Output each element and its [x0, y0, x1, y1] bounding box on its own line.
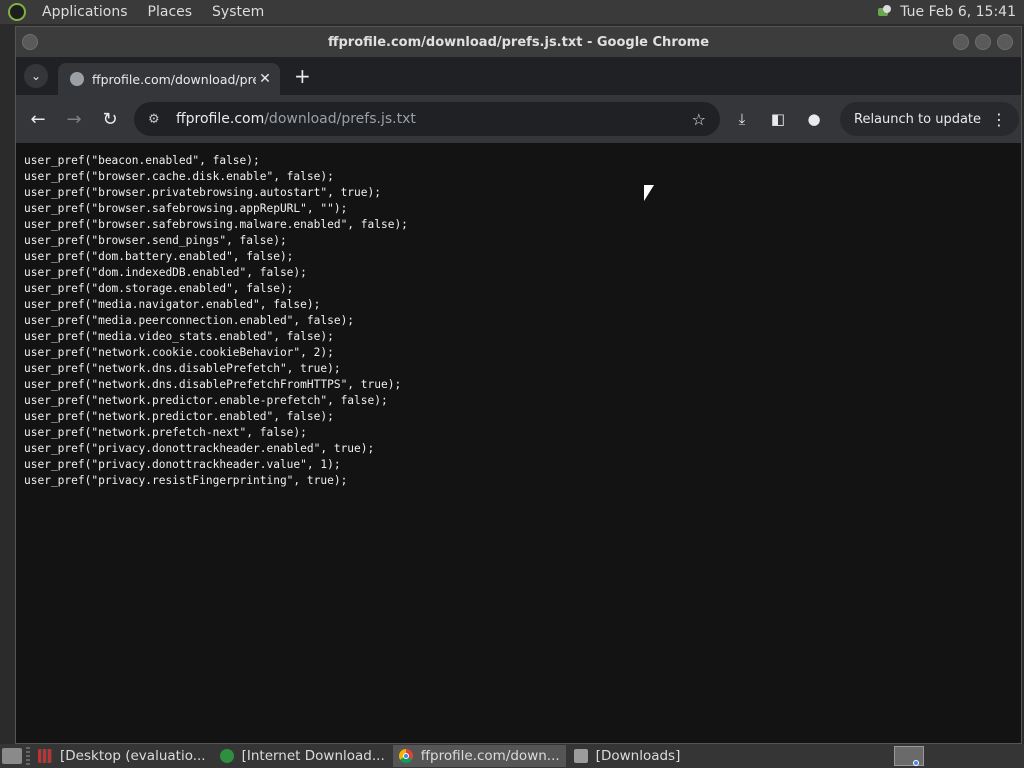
task-label: ffprofile.com/down...	[420, 748, 560, 764]
pref-line: user_pref("beacon.enabled", false);	[24, 154, 260, 167]
browser-toolbar: ← → ↻ ⚙ ffprofile.com/download/prefs.js.…	[16, 95, 1021, 143]
idm-icon	[219, 749, 234, 763]
pref-line: user_pref("media.video_stats.enabled", f…	[24, 330, 334, 343]
pref-line: user_pref("browser.cache.disk.enable", f…	[24, 170, 334, 183]
distro-logo-icon[interactable]	[8, 3, 26, 21]
chrome-window: ffprofile.com/download/prefs.js.txt - Go…	[15, 26, 1022, 744]
pref-line: user_pref("browser.privatebrowsing.autos…	[24, 186, 381, 199]
pref-line: user_pref("media.navigator.enabled", fal…	[24, 298, 321, 311]
terminal-icon	[38, 749, 52, 763]
task-chrome[interactable]: ffprofile.com/down...	[392, 745, 566, 767]
pref-line: user_pref("network.cookie.cookieBehavior…	[24, 346, 334, 359]
reload-icon[interactable]: ↻	[96, 105, 124, 133]
menu-system[interactable]: System	[202, 0, 274, 24]
pref-line: user_pref("privacy.donottrackheader.valu…	[24, 458, 341, 471]
url-path: /download/prefs.js.txt	[264, 111, 416, 127]
tab-close-icon[interactable]: ✕	[256, 71, 274, 87]
taskbar: [Desktop (evaluatio... [Internet Downloa…	[0, 744, 1024, 768]
pref-line: user_pref("privacy.resistFingerprinting"…	[24, 474, 348, 487]
chrome-icon	[398, 749, 413, 763]
pref-line: user_pref("dom.indexedDB.enabled", false…	[24, 266, 307, 279]
globe-icon	[70, 72, 84, 86]
task-downloads[interactable]: [Downloads]	[568, 745, 687, 767]
side-panel-icon[interactable]: ◧	[764, 105, 792, 133]
clock[interactable]: Tue Feb 6, 15:41	[900, 4, 1016, 20]
pref-line: user_pref("dom.storage.enabled", false);	[24, 282, 294, 295]
tab-search-chevron-icon[interactable]: ⌄	[24, 64, 48, 88]
pref-line: user_pref("network.dns.disablePrefetchFr…	[24, 378, 402, 391]
new-tab-plus-icon[interactable]: +	[294, 64, 311, 88]
tab-active[interactable]: ffprofile.com/download/prefs.js.txt ✕	[58, 63, 280, 95]
minimize-button[interactable]	[953, 34, 969, 50]
tab-title: ffprofile.com/download/prefs.js.txt	[92, 71, 256, 87]
pref-line: user_pref("dom.battery.enabled", false);	[24, 250, 294, 263]
pref-line: user_pref("browser.safebrowsing.appRepUR…	[24, 202, 348, 215]
pref-line: user_pref("privacy.donottrackheader.enab…	[24, 442, 375, 455]
task-desktop[interactable]: [Desktop (evaluatio...	[32, 745, 212, 767]
address-bar[interactable]: ⚙ ffprofile.com/download/prefs.js.txt ☆	[134, 102, 720, 136]
task-label: [Desktop (evaluatio...	[60, 748, 206, 764]
download-icon[interactable]: ⤓	[728, 105, 756, 133]
window-title: ffprofile.com/download/prefs.js.txt - Go…	[327, 34, 710, 50]
mouse-pointer-icon	[644, 185, 654, 201]
pref-line: user_pref("network.predictor.enabled", f…	[24, 410, 334, 423]
profile-avatar-icon[interactable]: ●	[800, 105, 828, 133]
url-host: ffprofile.com	[176, 111, 265, 127]
pref-line: user_pref("network.dns.disablePrefetch",…	[24, 362, 341, 375]
page-content[interactable]: user_pref("beacon.enabled", false); user…	[16, 143, 1021, 743]
task-internet-download[interactable]: [Internet Download...	[214, 745, 391, 767]
network-tray-icon[interactable]	[876, 5, 892, 19]
menu-places[interactable]: Places	[138, 0, 203, 24]
tab-strip: ⌄ ffprofile.com/download/prefs.js.txt ✕ …	[16, 57, 1021, 95]
pref-line: user_pref("network.prefetch-next", false…	[24, 426, 307, 439]
prefs-text: user_pref("beacon.enabled", false); user…	[16, 143, 1021, 489]
window-titlebar[interactable]: ffprofile.com/download/prefs.js.txt - Go…	[16, 27, 1021, 57]
workspace-switcher[interactable]	[894, 746, 924, 766]
show-desktop-icon[interactable]	[2, 748, 22, 764]
pref-line: user_pref("browser.safebrowsing.malware.…	[24, 218, 408, 231]
more-menu-icon[interactable]: ⋮	[991, 110, 1007, 129]
task-label: [Downloads]	[595, 748, 681, 764]
window-menu-button[interactable]	[22, 34, 38, 50]
top-panel: Applications Places System Tue Feb 6, 15…	[0, 0, 1024, 24]
forward-arrow-icon[interactable]: →	[60, 105, 88, 133]
pref-line: user_pref("browser.send_pings", false);	[24, 234, 287, 247]
relaunch-button[interactable]: Relaunch to update ⋮	[840, 102, 1020, 136]
task-label: [Internet Download...	[241, 748, 385, 764]
close-window-button[interactable]	[997, 34, 1013, 50]
pref-line: user_pref("network.predictor.enable-pref…	[24, 394, 388, 407]
pref-line: user_pref("media.peerconnection.enabled"…	[24, 314, 355, 327]
bookmark-star-icon[interactable]: ☆	[692, 110, 706, 129]
site-info-icon[interactable]: ⚙	[148, 112, 164, 127]
relaunch-label: Relaunch to update	[854, 111, 982, 127]
menu-applications[interactable]: Applications	[32, 0, 138, 24]
back-arrow-icon[interactable]: ←	[24, 105, 52, 133]
maximize-button[interactable]	[975, 34, 991, 50]
folder-icon	[573, 749, 588, 763]
